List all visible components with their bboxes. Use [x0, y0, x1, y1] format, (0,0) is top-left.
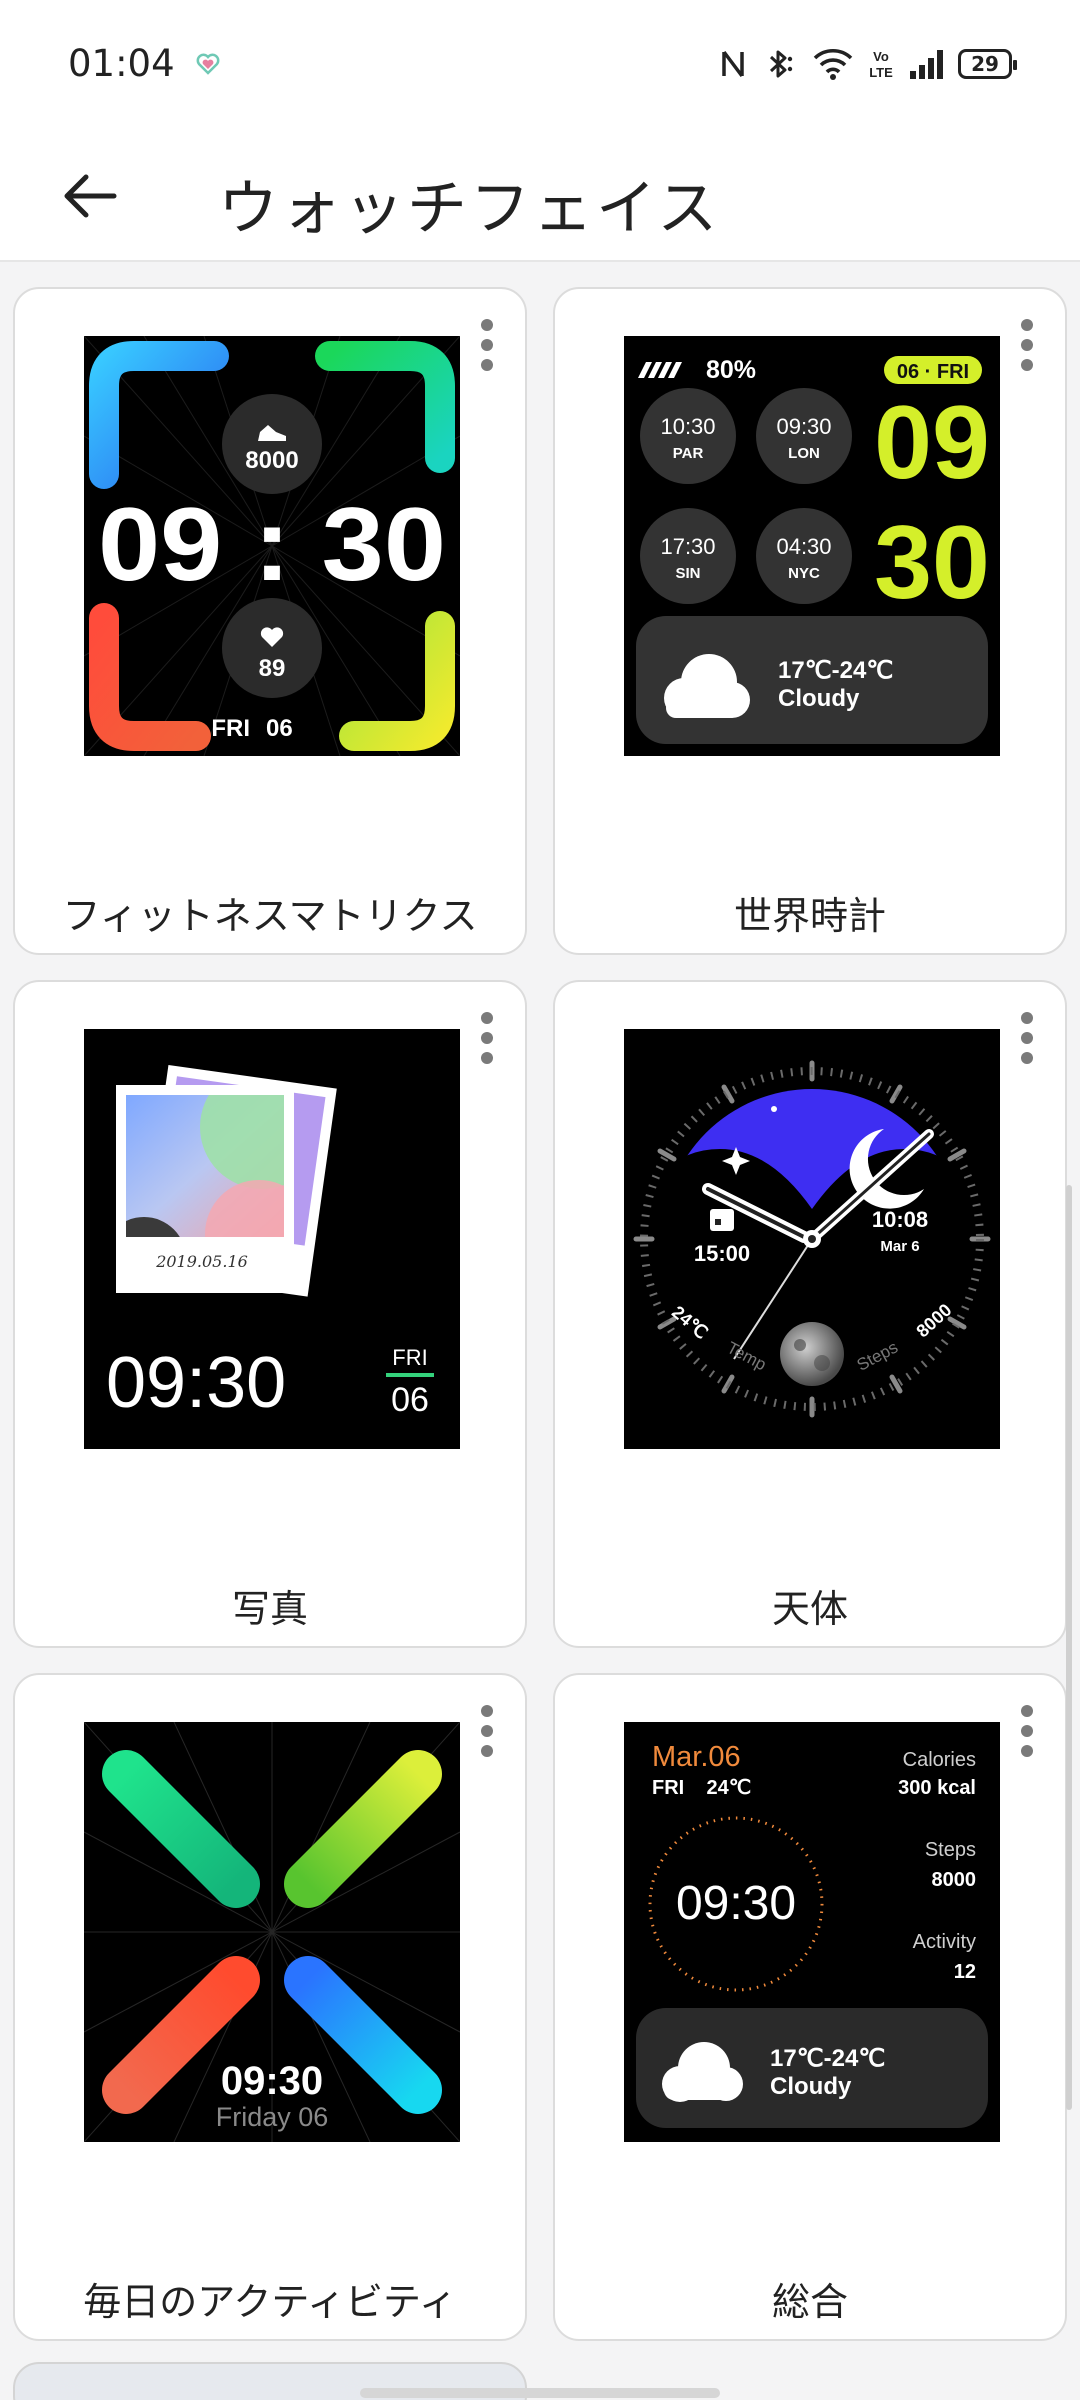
battery-value: 80% [706, 356, 756, 384]
more-options-button[interactable] [467, 1699, 507, 1763]
watchface-preview: 09:30 Friday 06 [84, 1722, 460, 2142]
date: Friday 06 [216, 2102, 329, 2132]
day-temp: FRI 24℃ [652, 1777, 751, 1799]
watchface-name: フィットネスマトリクス [62, 894, 478, 938]
heart-rate-value: 89 [259, 655, 286, 682]
ring-top-right [315, 341, 455, 473]
steps-value: 8000 [932, 1869, 977, 1891]
steps-label: Steps [854, 1338, 901, 1375]
status-bar: 01:04 Vo LTE 29 [0, 0, 1080, 130]
time: 09:30 [676, 1877, 796, 1930]
more-options-button[interactable] [467, 313, 507, 377]
date: Mar.06 [652, 1741, 741, 1773]
day: FRI [392, 1345, 427, 1370]
more-options-button[interactable] [467, 1006, 507, 1070]
city-code: PAR [673, 445, 704, 462]
more-options-button[interactable] [1007, 313, 1047, 377]
bar-top-left [102, 1750, 260, 1908]
watchface-preview: 15:00 10:08 Mar 6 24℃ Temp Steps 8000 [624, 1029, 1000, 1449]
watchface-name: 世界時計 [733, 894, 886, 938]
battery-icon: 29 [958, 49, 1017, 79]
watchface-preview: 2019.05.16 09:30 FRI 06 [84, 1029, 460, 1449]
svg-text:Vo: Vo [873, 49, 889, 64]
time: 09 : 30 [98, 487, 446, 603]
wifi-icon [813, 48, 853, 80]
date: 06 [391, 1381, 429, 1419]
city-time: 10:30 [660, 414, 715, 439]
page-title: ウォッチフェイス [218, 174, 721, 244]
temperature: 17℃-24℃ [770, 2045, 885, 2072]
hour: 09 [874, 385, 990, 501]
time-left: 15:00 [694, 1241, 750, 1266]
watchface-name: 天体 [771, 1587, 848, 1631]
city-code: SIN [675, 565, 700, 582]
status-icons: Vo LTE 29 [718, 44, 1017, 84]
watchface-name: 毎日のアクティビティ [83, 2280, 457, 2324]
watchface-name: 写真 [231, 1587, 308, 1631]
signal-icon [910, 50, 943, 79]
temp-label: Temp [724, 1338, 770, 1374]
date-badge: 06 · FRI [897, 361, 969, 383]
time-right: 10:08 [872, 1207, 928, 1232]
volte-icon: Vo LTE [869, 49, 893, 80]
more-options-button[interactable] [1007, 1699, 1047, 1763]
city-code: LON [788, 445, 820, 462]
calendar-icon [710, 1209, 734, 1231]
steps-label: Steps [925, 1839, 976, 1861]
minute: 30 [874, 505, 990, 621]
scrollbar[interactable] [1066, 1185, 1072, 2110]
watchface-preview: Mar.06 FRI 24℃ 09:30 Calories 300 kcal S… [624, 1722, 1000, 2142]
time: 09:30 [221, 2059, 323, 2103]
watchface-card-daily-activity[interactable]: 09:30 Friday 06 毎日のアクティビティ [13, 1673, 527, 2341]
watchface-card-celestial[interactable]: 15:00 10:08 Mar 6 24℃ Temp Steps 8000 天体 [553, 980, 1067, 1648]
watchface-card-general[interactable]: Mar.06 FRI 24℃ 09:30 Calories 300 kcal S… [553, 1673, 1067, 2341]
ring-top-left [89, 341, 229, 489]
date-right: Mar 6 [880, 1238, 919, 1255]
svg-text:LTE: LTE [869, 65, 893, 80]
photo-date: 2019.05.16 [155, 1252, 248, 1271]
date: 06 [266, 715, 293, 742]
watchface-card-world-clock[interactable]: 80% 06 · FRI 09 30 10:30 PAR 09:30 LON 1… [553, 287, 1067, 955]
time: 09:30 [106, 1343, 286, 1423]
arrow-left-icon [64, 174, 117, 218]
ring-bottom-left [89, 603, 211, 751]
temp-value: 24℃ [668, 1302, 712, 1343]
home-indicator[interactable] [360, 2388, 720, 2398]
bar-top-right [284, 1750, 442, 1908]
status-time: 01:04 [68, 42, 175, 85]
steps-value: 8000 [245, 447, 298, 474]
bar-bottom-right [284, 1956, 442, 2114]
app-bar: ウォッチフェイス [0, 130, 1080, 262]
heart-icon [196, 53, 220, 75]
activity-value: 12 [954, 1961, 976, 1983]
temperature: 17℃-24℃ [778, 657, 893, 684]
weather: Cloudy [770, 2073, 852, 2100]
day: FRI [211, 715, 250, 742]
bar-bottom-left [102, 1956, 260, 2114]
nfc-icon [722, 50, 744, 78]
watchface-card-fitness[interactable]: 8000 09 : 30 89 FRI 06 フィットネスマトリクス [13, 287, 527, 955]
activity-label: Activity [913, 1931, 976, 1953]
watchface-preview: 8000 09 : 30 89 FRI 06 [84, 336, 460, 756]
watchface-name: 総合 [771, 2280, 848, 2324]
city-code: NYC [788, 565, 820, 582]
battery-stripes-icon [638, 362, 682, 378]
back-button[interactable] [50, 156, 130, 236]
bluetooth-icon [769, 50, 793, 78]
calories-value: 300 kcal [898, 1777, 976, 1799]
city-time: 04:30 [776, 534, 831, 559]
watchface-preview: 80% 06 · FRI 09 30 10:30 PAR 09:30 LON 1… [624, 336, 1000, 756]
more-options-button[interactable] [1007, 1006, 1047, 1070]
watchface-card-photo[interactable]: 2019.05.16 09:30 FRI 06 写真 [13, 980, 527, 1648]
city-time: 17:30 [660, 534, 715, 559]
ring-bottom-right [339, 611, 455, 751]
weather: Cloudy [778, 685, 860, 712]
calories-label: Calories [903, 1749, 976, 1771]
city-time: 09:30 [776, 414, 831, 439]
